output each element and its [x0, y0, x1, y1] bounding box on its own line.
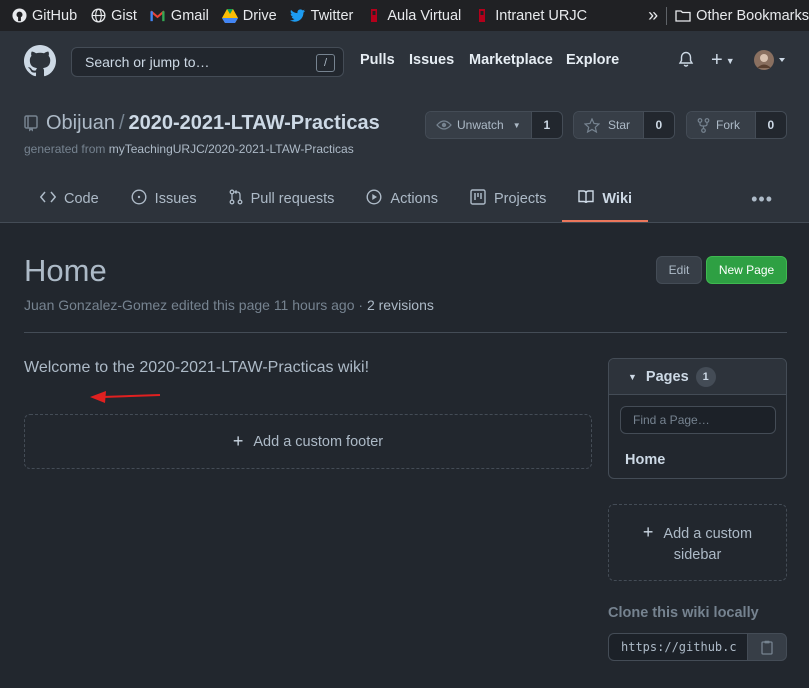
bookmark-separator	[666, 6, 668, 25]
issue-icon	[131, 189, 147, 209]
project-icon	[470, 189, 486, 209]
tab-wiki[interactable]: Wiki	[562, 176, 648, 222]
tab-pull-requests[interactable]: Pull requests	[213, 176, 351, 222]
bookmark-drive[interactable]: Drive	[221, 8, 277, 24]
github-header: Search or jump to… / Pulls Issues Market…	[0, 31, 809, 92]
repo-tabs: Code Issues Pull requests Actions Projec…	[24, 176, 648, 222]
repo-title: Obijuan / 2020-2021-LTAW-Practicas	[24, 112, 380, 135]
tab-projects[interactable]: Projects	[454, 176, 562, 222]
find-page-input[interactable]: Find a Page…	[620, 406, 776, 434]
bookmark-other[interactable]: Other Bookmarks	[675, 8, 809, 24]
nav-marketplace[interactable]: Marketplace	[469, 52, 553, 68]
caret-down-icon: ▼	[628, 371, 637, 382]
tab-issues[interactable]: Issues	[115, 176, 213, 222]
template-repo-link[interactable]: myTeachingURJC/2020-2021-LTAW-Practicas	[109, 142, 354, 156]
star-button-group: Star 0	[573, 111, 675, 139]
star-icon	[584, 117, 600, 133]
pages-panel: ▼ Pages 1 Find a Page… Home	[608, 358, 787, 479]
gmail-icon	[150, 8, 166, 24]
bookmark-gmail[interactable]: Gmail	[150, 8, 209, 24]
twitter-icon	[290, 8, 306, 24]
globe-icon	[90, 8, 106, 24]
bookmark-gist[interactable]: Gist	[90, 8, 137, 24]
star-button[interactable]: Star	[574, 112, 643, 138]
tab-actions[interactable]: Actions	[350, 176, 454, 222]
github-icon	[11, 8, 27, 24]
watchers-count[interactable]: 1	[530, 112, 562, 138]
bookmark-intranet-urjc[interactable]: Intranet URJC	[474, 8, 587, 24]
bell-icon[interactable]	[678, 51, 694, 71]
pages-toggle[interactable]: ▼ Pages 1	[609, 359, 786, 395]
eye-icon	[436, 119, 452, 131]
revisions-link[interactable]: 2 revisions	[367, 297, 434, 313]
fork-button-group: Fork 0	[686, 111, 787, 139]
folder-icon	[675, 8, 691, 24]
bookmark-github[interactable]: GitHub	[11, 8, 77, 24]
edit-button[interactable]: Edit	[656, 256, 702, 284]
book-icon	[578, 190, 595, 208]
repo-separator: /	[118, 112, 125, 134]
fork-button[interactable]: Fork	[687, 112, 755, 138]
tab-code[interactable]: Code	[24, 176, 115, 222]
bookmarks-bar: GitHub Gist Gmail Drive Twitter Aula Vir…	[0, 0, 809, 31]
page-link-home[interactable]: Home	[625, 452, 665, 468]
play-icon	[366, 189, 382, 209]
drive-icon	[221, 8, 238, 24]
search-input[interactable]: Search or jump to… /	[71, 47, 344, 77]
nav-explore[interactable]: Explore	[566, 52, 619, 68]
add-custom-sidebar-button[interactable]: + Add a custom sidebar	[608, 504, 787, 581]
forks-count[interactable]: 0	[754, 112, 786, 138]
repo-owner-link[interactable]: Obijuan	[46, 112, 115, 135]
plus-dropdown-icon[interactable]: + ▼	[711, 49, 735, 72]
repo-header: Obijuan / 2020-2021-LTAW-Practicas gener…	[0, 92, 809, 223]
page-title: Home	[24, 253, 107, 288]
edit-meta: Juan Gonzalez-Gomez edited this page 11 …	[24, 297, 434, 313]
clipboard-icon	[761, 640, 773, 655]
github-logo-icon[interactable]	[24, 45, 56, 77]
plus-icon: +	[232, 431, 244, 451]
annotation-arrow-icon	[90, 391, 161, 403]
avatar[interactable]	[754, 50, 788, 73]
clone-url-input[interactable]: https://github.c	[608, 633, 747, 661]
copy-clipboard-button[interactable]	[747, 633, 787, 661]
chevron-double-right-icon[interactable]: »	[648, 5, 658, 26]
pages-count-badge: 1	[695, 366, 716, 387]
urjc-icon	[366, 8, 382, 24]
slash-shortcut-key: /	[316, 54, 335, 72]
stars-count[interactable]: 0	[642, 112, 674, 138]
plus-icon: +	[642, 522, 654, 542]
generated-from: generated from myTeachingURJC/2020-2021-…	[24, 142, 354, 156]
new-page-button[interactable]: New Page	[706, 256, 787, 284]
fork-icon	[697, 117, 710, 133]
welcome-text: Welcome to the 2020-2021-LTAW-Practicas …	[24, 359, 370, 376]
nav-pulls[interactable]: Pulls	[360, 52, 395, 68]
divider	[24, 332, 787, 333]
bookmark-twitter[interactable]: Twitter	[290, 8, 353, 24]
add-custom-footer-button[interactable]: + Add a custom footer	[24, 414, 592, 469]
unwatch-button-group: Unwatch ▼ 1	[425, 111, 563, 139]
repo-icon	[24, 115, 38, 132]
pull-request-icon	[229, 189, 243, 209]
unwatch-button[interactable]: Unwatch ▼	[426, 112, 531, 138]
more-options-icon[interactable]: •••	[751, 189, 773, 210]
code-icon	[39, 191, 57, 207]
clone-wiki-title: Clone this wiki locally	[608, 605, 759, 621]
repo-name-link[interactable]: 2020-2021-LTAW-Practicas	[129, 112, 380, 135]
nav-issues[interactable]: Issues	[409, 52, 454, 68]
bookmark-aula-virtual[interactable]: Aula Virtual	[366, 8, 461, 24]
caret-down-icon: ▼	[512, 120, 521, 130]
urjc-icon	[474, 8, 490, 24]
